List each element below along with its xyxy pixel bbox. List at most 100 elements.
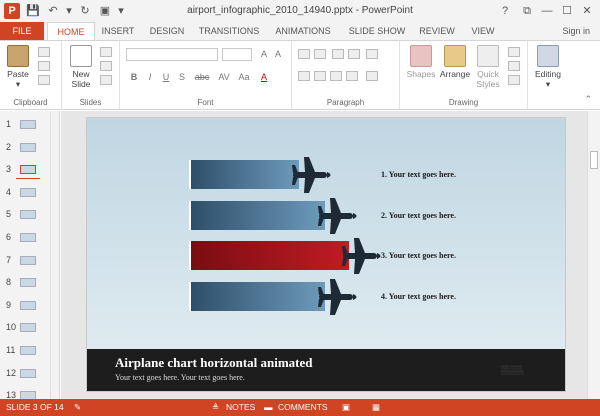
editing-group: Editing ▾ xyxy=(528,41,568,109)
increase-indent-icon[interactable] xyxy=(348,49,360,59)
slide[interactable]: 1. Your text goes here. 2. Your text goe… xyxy=(86,117,566,392)
insertion-marker xyxy=(16,178,40,179)
tab-animations[interactable]: ANIMATIONS xyxy=(268,22,338,40)
section-icon[interactable] xyxy=(100,75,112,85)
slide-subtitle[interactable]: Your text goes here. Your text goes here… xyxy=(115,373,245,382)
paragraph-group: Paragraph xyxy=(292,41,400,109)
chart-bar-label[interactable]: 3. Your text goes here. xyxy=(381,251,456,260)
tab-slide-show[interactable]: SLIDE SHOW xyxy=(345,22,409,40)
shape-fill-icon[interactable] xyxy=(508,47,520,57)
new-slide-icon xyxy=(70,45,92,67)
slide-thumbnails-pane: 1 2 3 4 5 6 7 8 9 10 11 12 13 xyxy=(0,111,60,401)
font-color-button[interactable]: A xyxy=(258,72,270,82)
bold-button[interactable]: B xyxy=(128,72,140,82)
collapse-ribbon-icon[interactable]: ⌃ xyxy=(584,94,592,105)
slide-thumbnail-image xyxy=(20,233,36,242)
ribbon: Paste ▾ Clipboard New Slide Slides A A B… xyxy=(0,40,600,110)
shadow-button[interactable]: S xyxy=(176,72,188,82)
close-button[interactable]: ✕ xyxy=(578,4,596,18)
char-spacing-button[interactable]: AV xyxy=(216,72,232,82)
layout-icon[interactable] xyxy=(100,47,112,57)
slide-thumbnail-number: 5 xyxy=(6,209,12,220)
airplane-icon xyxy=(291,153,335,197)
copy-icon[interactable] xyxy=(38,61,50,71)
editing-dropdown-icon: ▾ xyxy=(545,79,551,89)
tab-review[interactable]: REVIEW xyxy=(415,22,459,40)
reset-icon[interactable] xyxy=(100,61,112,71)
comments-icon[interactable]: ▬ xyxy=(264,402,273,412)
normal-view-icon[interactable]: ▣ xyxy=(342,402,350,413)
align-left-icon[interactable] xyxy=(298,71,310,81)
decrease-indent-icon[interactable] xyxy=(332,49,344,59)
chart-bar-label[interactable]: 2. Your text goes here. xyxy=(381,211,456,220)
canvas-scrollbar[interactable] xyxy=(587,111,600,399)
airplane-icon xyxy=(317,194,361,238)
editing-button[interactable]: Editing ▾ xyxy=(530,45,566,90)
paragraph-group-label: Paragraph xyxy=(326,98,365,107)
align-right-icon[interactable] xyxy=(330,71,342,81)
slide-canvas: 1. Your text goes here. 2. Your text goe… xyxy=(61,111,600,399)
slide-thumbnail-number: 10 xyxy=(6,322,17,333)
chart-bar[interactable] xyxy=(189,200,325,230)
line-spacing-icon[interactable] xyxy=(366,49,378,59)
slide-thumbnail-number: 2 xyxy=(6,141,12,152)
chart-bar-label[interactable]: 1. Your text goes here. xyxy=(381,170,456,179)
chart-bar[interactable] xyxy=(189,241,349,270)
shrink-font-icon[interactable]: A xyxy=(272,49,284,59)
slide-title[interactable]: Airplane chart horizontal animated xyxy=(115,355,313,371)
format-painter-icon[interactable] xyxy=(38,75,50,85)
slide-thumbnail-number: 9 xyxy=(6,299,12,310)
notes-icon[interactable]: ≜ xyxy=(212,402,219,413)
thumbnails-scrollbar[interactable] xyxy=(50,111,60,399)
comments-button[interactable]: COMMENTS xyxy=(278,402,328,412)
chart-bar[interactable] xyxy=(189,160,299,189)
ribbon-display-button[interactable]: ⧉ xyxy=(518,4,536,18)
new-slide-button[interactable]: New Slide xyxy=(66,45,96,89)
slide-sorter-icon[interactable]: ▦ xyxy=(372,402,380,413)
slide-footer-band: Airplane chart horizontal animated Your … xyxy=(87,349,565,391)
tab-insert[interactable]: INSERT xyxy=(97,22,139,40)
maximize-button[interactable]: ☐ xyxy=(558,4,576,18)
tab-view[interactable]: VIEW xyxy=(465,22,501,40)
tab-home[interactable]: HOME xyxy=(47,22,95,40)
tab-transitions[interactable]: TRANSITIONS xyxy=(196,22,262,40)
italic-button[interactable]: I xyxy=(144,72,156,82)
columns-icon[interactable] xyxy=(366,71,378,81)
arrange-button[interactable]: Arrange xyxy=(438,45,472,79)
shape-effects-icon[interactable] xyxy=(508,75,520,85)
spell-check-icon[interactable]: ✎ xyxy=(74,402,81,413)
font-size-select[interactable] xyxy=(222,48,252,61)
ribbon-tabs: FILE HOME INSERT DESIGN TRANSITIONS ANIM… xyxy=(0,22,600,40)
slide-thumbnail-number: 6 xyxy=(6,232,12,242)
cut-icon[interactable] xyxy=(38,47,50,57)
help-button[interactable]: ? xyxy=(496,4,514,18)
paste-button[interactable]: Paste ▾ xyxy=(4,45,32,90)
chart-bar[interactable] xyxy=(189,281,325,311)
slide-thumbnail-image xyxy=(20,278,36,288)
quick-styles-button[interactable]: Quick Styles xyxy=(472,45,504,89)
slide-thumbnail-number: 11 xyxy=(6,345,16,355)
chart-bar-label[interactable]: 4. Your text goes here. xyxy=(381,292,456,301)
tab-file[interactable]: FILE xyxy=(0,22,44,40)
slide-thumbnail-number: 12 xyxy=(6,367,17,378)
paste-dropdown-icon: ▾ xyxy=(15,79,21,89)
tab-design[interactable]: DESIGN xyxy=(143,22,191,40)
slide-thumbnail-image xyxy=(20,368,36,378)
shapes-button[interactable]: Shapes xyxy=(404,45,438,79)
notes-button[interactable]: NOTES xyxy=(226,402,255,412)
shape-outline-icon[interactable] xyxy=(508,61,520,71)
slide-thumbnail-image xyxy=(20,255,36,265)
align-center-icon[interactable] xyxy=(314,71,326,81)
paste-icon xyxy=(7,45,29,67)
change-case-button[interactable]: Aa xyxy=(236,72,252,82)
sign-in-link[interactable]: Sign in xyxy=(562,22,590,40)
minimize-button[interactable]: — xyxy=(538,4,556,18)
font-name-select[interactable] xyxy=(126,48,218,61)
strikethrough-button[interactable]: abc xyxy=(192,72,212,82)
numbering-icon[interactable] xyxy=(314,49,326,59)
underline-button[interactable]: U xyxy=(160,72,172,82)
grow-font-icon[interactable]: A xyxy=(258,49,270,59)
canvas-scroll-thumb[interactable] xyxy=(590,151,598,169)
justify-icon[interactable] xyxy=(346,71,358,81)
bullets-icon[interactable] xyxy=(298,49,310,59)
